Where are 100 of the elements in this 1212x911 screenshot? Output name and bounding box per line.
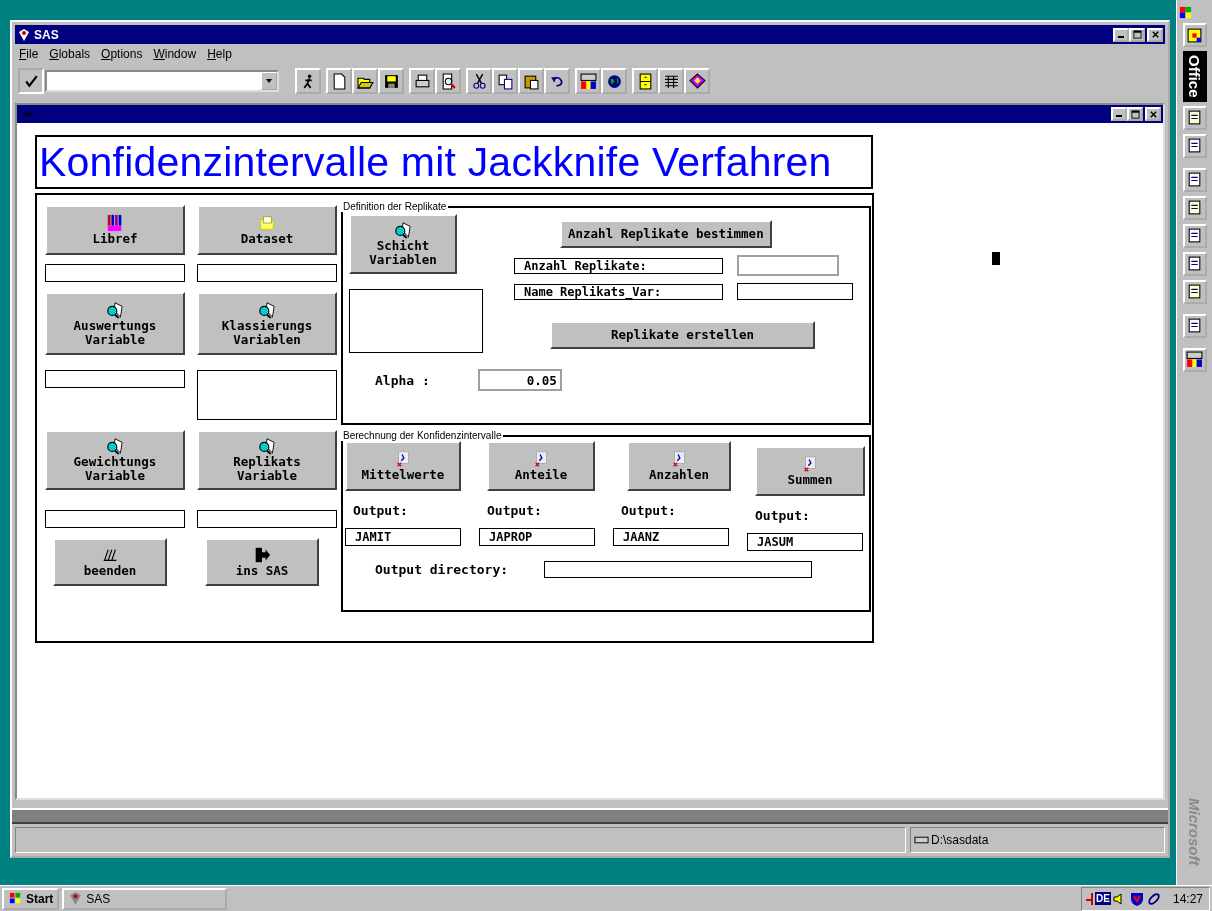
text-field[interactable] bbox=[544, 561, 813, 578]
group-title: Berechnung der Konfidenzintervalle bbox=[342, 430, 503, 441]
close-button[interactable] bbox=[1147, 27, 1163, 42]
magnifier-icon bbox=[394, 221, 412, 239]
toolbar-button[interactable] bbox=[632, 68, 658, 94]
office-app-button[interactable] bbox=[1182, 133, 1207, 158]
maximize-button[interactable] bbox=[1129, 27, 1145, 42]
close-button[interactable] bbox=[1145, 107, 1161, 121]
figure-icon bbox=[1086, 892, 1095, 905]
form-button[interactable]: Summen bbox=[755, 446, 865, 496]
menu-item[interactable]: Options bbox=[101, 47, 143, 63]
menu-item[interactable]: File bbox=[19, 47, 39, 63]
toolbar-button[interactable] bbox=[378, 68, 404, 94]
office-button[interactable] bbox=[1182, 23, 1207, 47]
book-icon bbox=[688, 72, 706, 90]
form-button[interactable]: Dataset bbox=[197, 205, 337, 255]
scissors-icon bbox=[470, 72, 488, 90]
splitter-bar[interactable] bbox=[12, 808, 1168, 824]
form-button[interactable]: Mittelwerte bbox=[345, 441, 461, 491]
form-heading: Konfidenzintervalle mit Jackknife Verfahren bbox=[35, 135, 873, 189]
office-app-button[interactable] bbox=[1182, 195, 1207, 220]
maximize-button[interactable] bbox=[1127, 107, 1143, 121]
command-field[interactable] bbox=[45, 70, 279, 92]
colored-squares-icon bbox=[1179, 6, 1192, 19]
toolbar-button[interactable] bbox=[326, 68, 352, 94]
form-button[interactable]: ins SAS bbox=[205, 538, 319, 586]
form-button[interactable]: Anteile bbox=[487, 441, 595, 491]
submit-button[interactable] bbox=[18, 68, 44, 94]
magnifier-icon bbox=[106, 437, 124, 455]
toolbar-button[interactable] bbox=[575, 68, 601, 94]
office-app-button[interactable] bbox=[1182, 251, 1207, 276]
sas-logo-icon bbox=[68, 891, 84, 906]
output-field[interactable]: JAPROP bbox=[479, 528, 595, 546]
office-app-button[interactable] bbox=[1182, 223, 1207, 248]
toolbar-button[interactable] bbox=[518, 68, 544, 94]
text-field[interactable] bbox=[45, 510, 185, 528]
toolbar-button[interactable] bbox=[409, 68, 435, 94]
office-app-button[interactable] bbox=[1182, 167, 1207, 192]
window-title: SAS bbox=[34, 27, 60, 42]
magnifier-icon bbox=[106, 300, 124, 319]
form-button[interactable]: Replikate erstellen bbox=[550, 321, 815, 349]
alpha-field[interactable]: 0.05 bbox=[477, 369, 562, 391]
field-label: Anzahl Replikate: bbox=[514, 257, 723, 274]
field-label: Output: bbox=[755, 508, 810, 523]
form-button[interactable]: Gewichtungs Variable bbox=[45, 430, 185, 490]
office-app-button[interactable] bbox=[1182, 105, 1207, 130]
office-title: Office bbox=[1182, 51, 1207, 102]
toolbar-button[interactable] bbox=[435, 68, 461, 94]
statistics-icon bbox=[801, 455, 819, 473]
list-box[interactable] bbox=[349, 289, 483, 353]
statistics-icon bbox=[532, 450, 550, 468]
form-button[interactable]: Anzahlen bbox=[627, 441, 731, 491]
start-button[interactable]: Start bbox=[2, 887, 60, 910]
form-button[interactable]: Klassierungs Variablen bbox=[197, 292, 337, 355]
office-app-button[interactable] bbox=[1182, 279, 1207, 304]
close-icon bbox=[1148, 109, 1158, 119]
windows-flag-icon bbox=[8, 891, 23, 906]
list-box[interactable] bbox=[197, 370, 337, 420]
blocks-icon bbox=[1186, 351, 1203, 368]
toolbar-button[interactable] bbox=[352, 68, 378, 94]
maximize-icon bbox=[1132, 30, 1142, 39]
shield-icon[interactable] bbox=[1128, 890, 1145, 907]
minimize-button[interactable] bbox=[1111, 107, 1127, 121]
text-field[interactable] bbox=[197, 510, 337, 528]
exit-door-icon bbox=[253, 546, 271, 564]
form-button[interactable]: Libref bbox=[45, 205, 185, 255]
text-field[interactable] bbox=[737, 255, 839, 276]
toolbar-button[interactable] bbox=[544, 68, 570, 94]
toolbar-button[interactable] bbox=[492, 68, 518, 94]
field-label: Output: bbox=[621, 503, 676, 518]
menu-item[interactable]: Window bbox=[153, 47, 197, 63]
drive-icon bbox=[914, 835, 929, 845]
form-button[interactable]: Replikats Variable bbox=[197, 430, 337, 490]
menu-item[interactable]: Globals bbox=[49, 47, 91, 63]
form-button[interactable]: Schicht Variablen bbox=[349, 214, 457, 274]
form-button[interactable]: beenden bbox=[53, 538, 167, 586]
office-app-button[interactable] bbox=[1182, 313, 1207, 338]
text-field[interactable] bbox=[737, 283, 853, 300]
taskbar-button[interactable]: SAS bbox=[62, 887, 228, 910]
statistics-icon bbox=[394, 450, 412, 468]
output-field[interactable]: JASUM bbox=[747, 533, 863, 551]
menu-item[interactable]: Help bbox=[207, 47, 232, 63]
status-text: D:\sasdata bbox=[931, 833, 989, 847]
output-field[interactable]: JAANZ bbox=[613, 528, 729, 546]
text-field[interactable] bbox=[197, 264, 337, 282]
toolbar-button[interactable] bbox=[466, 68, 492, 94]
text-field[interactable] bbox=[45, 264, 185, 282]
form-button[interactable]: Anzahl Replikate bestimmen bbox=[560, 220, 772, 248]
office-app-button[interactable] bbox=[1182, 347, 1207, 372]
satellite-icon[interactable] bbox=[1145, 890, 1162, 907]
toolbar-button[interactable] bbox=[295, 68, 321, 94]
minimize-button[interactable] bbox=[1113, 27, 1129, 42]
text-field[interactable] bbox=[45, 370, 185, 388]
toolbar-button[interactable] bbox=[601, 68, 627, 94]
language-indicator[interactable]: DE bbox=[1095, 892, 1111, 905]
sas-logo-icon bbox=[101, 546, 119, 564]
toolbar-button[interactable] bbox=[658, 68, 684, 94]
output-field[interactable]: JAMIT bbox=[345, 528, 461, 546]
form-button[interactable]: Auswertungs Variable bbox=[45, 292, 185, 355]
toolbar-button[interactable] bbox=[684, 68, 710, 94]
